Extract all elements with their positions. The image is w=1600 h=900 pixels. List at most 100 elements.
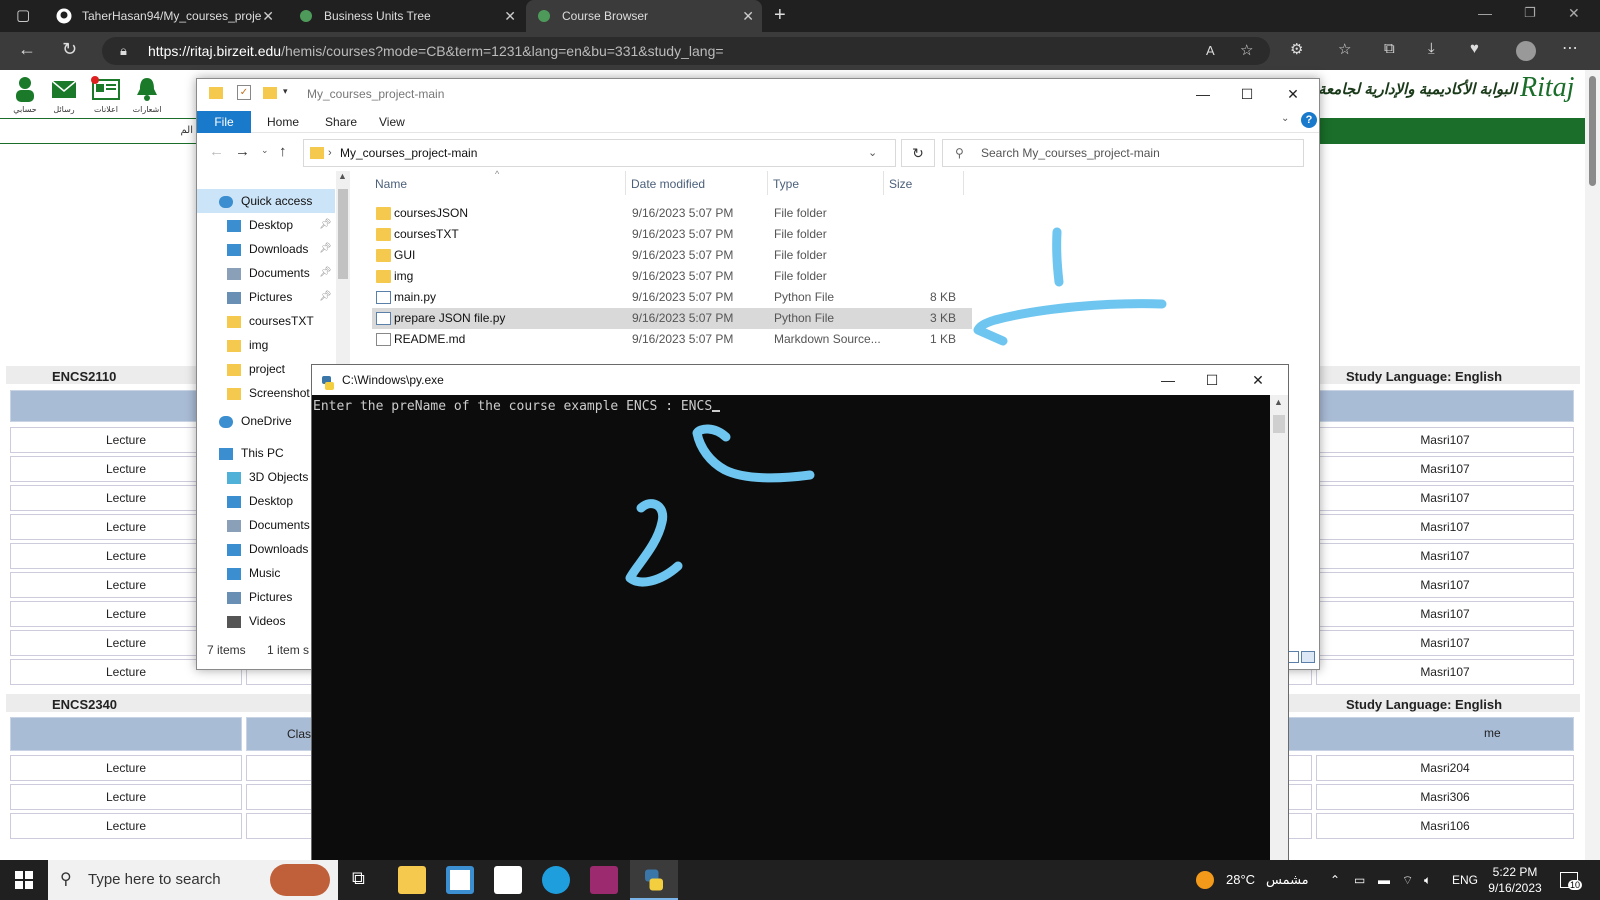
weather-sun-icon[interactable] [1196,871,1214,889]
scrollbar-thumb[interactable] [1589,76,1596,186]
file-row[interactable]: prepare JSON file.py 9/16/2023 5:07 PM Pyt… [372,308,972,329]
nav-item-img[interactable]: img [227,333,268,357]
file-explorer-taskbar-icon[interactable] [398,866,426,894]
column-separator[interactable] [767,171,768,195]
favorite-star-icon[interactable]: ☆ [1240,37,1253,65]
show-hidden-icons-icon[interactable]: ⌃ [1330,860,1340,900]
column-separator[interactable] [883,171,884,195]
console-output[interactable]: Enter the preName of the course example … [313,399,721,414]
collections-icon[interactable]: ⧉ [1384,40,1395,57]
nav-item-3d-objects[interactable]: 3D Objects [227,465,308,489]
python-taskbar-button[interactable] [630,860,678,900]
file-row[interactable]: coursesTXT 9/16/2023 5:07 PM File folder [372,224,972,245]
python-console-window[interactable]: C:\Windows\py.exe — ☐ ✕ Enter the preNam… [311,364,1289,865]
winrar-taskbar-icon[interactable] [590,866,618,894]
performance-icon[interactable]: ♥ [1470,40,1479,57]
meet-now-icon[interactable]: ▭ [1354,860,1365,900]
tab-course-browser[interactable]: Course Browser ✕ [526,0,762,32]
my-account-link[interactable]: حسابي [10,76,40,114]
minimize-icon[interactable]: — [1478,5,1492,21]
large-icons-view-icon[interactable] [1301,651,1315,663]
taskbar-search-box[interactable]: ⚲ Type here to search [48,860,338,900]
column-header-type[interactable]: Type [773,177,799,191]
properties-icon[interactable]: ✓ [237,85,251,100]
ritaj-search-strip[interactable]: الم [0,118,200,144]
input-language[interactable]: ENG [1452,860,1478,900]
favorites-icon[interactable]: ☆ [1338,40,1351,58]
battery-icon[interactable]: ▬ [1378,860,1390,900]
quick-access-dropdown-icon[interactable]: ▾ [283,86,288,97]
close-icon[interactable]: ✕ [1271,79,1315,109]
nav-item-desktop[interactable]: Desktop [227,213,293,237]
nav-item-pictures[interactable]: Pictures [227,285,292,309]
console-scrollbar[interactable]: ▲ [1270,395,1288,865]
nav-item-documents[interactable]: Documents [227,261,310,285]
store-taskbar-icon[interactable] [446,866,474,894]
nav-item-pictures[interactable]: Pictures [227,585,292,609]
nav-item-coursestxt[interactable]: coursesTXT [227,309,314,333]
refresh-icon[interactable]: ↻ [901,139,935,167]
back-icon[interactable]: ← [18,39,36,60]
maximize-icon[interactable]: ☐ [1225,79,1269,109]
new-tab-icon[interactable]: + [774,4,786,27]
nav-item-screenshot[interactable]: Screenshot [227,381,310,405]
tab-business-units[interactable]: Business Units Tree ✕ [288,0,524,32]
maximize-icon[interactable]: ☐ [1190,365,1234,395]
messages-link[interactable]: رسائل [46,76,82,114]
notifications-link[interactable]: اشعارات [130,76,164,114]
scrollbar-thumb[interactable] [1273,415,1285,433]
mail-taskbar-icon[interactable] [494,866,522,894]
volume-icon[interactable]: 🔈︎ [1424,860,1431,900]
column-separator[interactable] [625,171,626,195]
course-code[interactable]: ENCS2340 [52,697,117,712]
file-row[interactable]: img 9/16/2023 5:07 PM File folder [372,266,972,287]
nav-item-videos[interactable]: Videos [227,609,285,633]
nav-item-documents[interactable]: Documents [227,513,310,537]
new-folder-icon[interactable] [263,87,277,99]
nav-item-onedrive[interactable]: OneDrive [219,409,292,433]
column-separator[interactable] [963,171,964,195]
scroll-up-icon[interactable]: ▲ [338,171,347,181]
weather-temperature[interactable]: 28°C [1226,860,1255,900]
help-icon[interactable]: ? [1301,112,1317,128]
minimize-icon[interactable]: — [1181,79,1225,109]
nav-item-project[interactable]: project [227,357,285,381]
windows-start-icon[interactable] [15,871,33,889]
close-window-icon[interactable]: ✕ [1568,5,1580,22]
close-icon[interactable]: ✕ [504,8,516,25]
close-icon[interactable]: ✕ [742,8,754,25]
profile-avatar[interactable] [1516,41,1536,61]
restore-icon[interactable]: ❐ [1524,5,1536,21]
file-row[interactable]: main.py 9/16/2023 5:07 PM Python File 8 KB [372,287,972,308]
nav-item-desktop[interactable]: Desktop [227,489,293,513]
recent-locations-icon[interactable]: ⌄ [261,145,269,156]
announcements-link[interactable]: اعلانات [88,76,124,114]
wifi-icon[interactable]: ⌔ [1402,860,1413,900]
file-row[interactable]: coursesJSON 9/16/2023 5:07 PM File folder [372,203,972,224]
column-header-size[interactable]: Size [889,177,912,191]
column-header-name[interactable]: Name [375,177,407,191]
tab-github[interactable]: TaherHasan94/My_courses_proje ✕ [46,0,282,32]
task-view-icon[interactable]: ⧉ [352,868,365,889]
file-row[interactable]: README.md 9/16/2023 5:07 PM Markdown Sourc… [372,329,972,350]
explorer-search-input[interactable]: ⚲ Search My_courses_project-main [942,139,1304,167]
clock[interactable]: 5:22 PM 9/16/2023 [1486,864,1544,896]
explorer-address-bar[interactable]: › My_courses_project-main ⌄ [303,139,896,167]
page-scrollbar[interactable] [1585,70,1600,860]
nav-item-music[interactable]: Music [227,561,280,585]
tab-actions-icon[interactable]: ▢ [16,6,30,24]
nav-item-quick-access[interactable]: Quick access [197,189,335,213]
url-field[interactable]: 🔒︎ https://ritaj.birzeit.edu/hemis/cours… [102,37,1270,65]
edge-taskbar-icon[interactable] [542,866,570,894]
more-menu-icon[interactable]: ⋯ [1562,38,1578,58]
forward-icon[interactable]: → [235,143,250,160]
course-code[interactable]: ENCS2110 [52,369,116,384]
refresh-icon[interactable]: ↻ [62,39,77,60]
scroll-up-icon[interactable]: ▲ [1274,397,1283,407]
read-aloud-icon[interactable]: A [1206,37,1215,65]
nav-item-downloads[interactable]: Downloads [227,237,308,261]
up-icon[interactable]: ↑ [279,143,287,160]
downloads-icon[interactable]: ⤓ [1428,40,1435,57]
file-row[interactable]: GUI 9/16/2023 5:07 PM File folder [372,245,972,266]
ribbon-tab-file[interactable]: File [197,111,251,133]
